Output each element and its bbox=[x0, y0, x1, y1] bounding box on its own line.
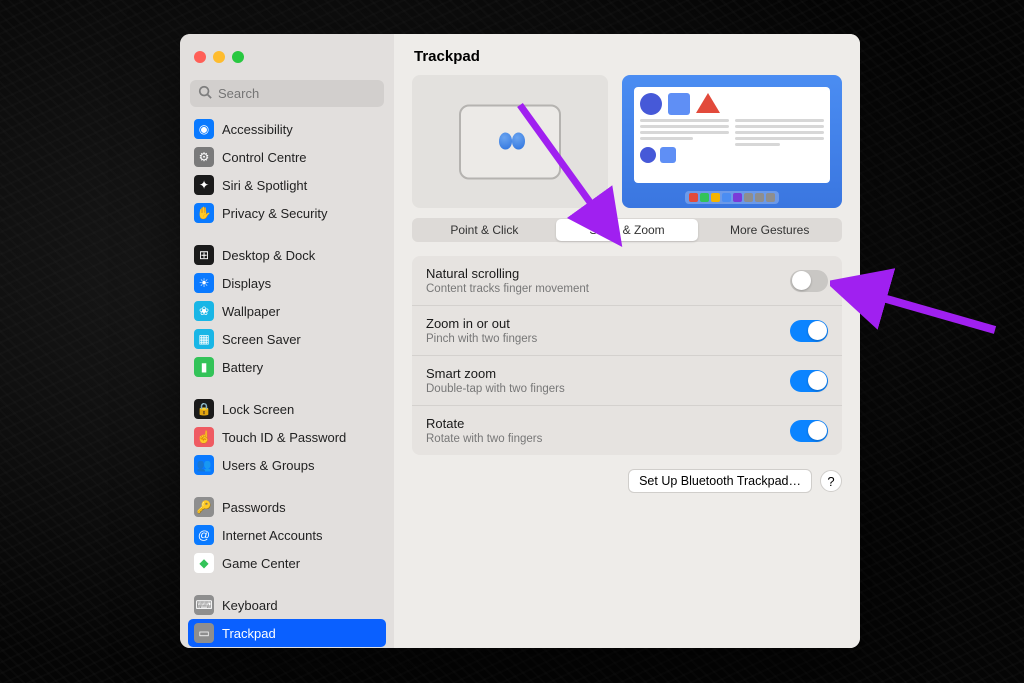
sidebar-item-label: Keyboard bbox=[222, 598, 278, 613]
sidebar-icon: ▭ bbox=[194, 623, 214, 643]
sidebar-item-screen-saver[interactable]: ▦ Screen Saver bbox=[188, 325, 386, 353]
help-button[interactable]: ? bbox=[820, 470, 842, 492]
sidebar-item-passwords[interactable]: 🔑 Passwords bbox=[188, 493, 386, 521]
tab-scroll-zoom[interactable]: Scroll & Zoom bbox=[556, 219, 699, 241]
window-titlebar bbox=[180, 34, 394, 80]
triangle-shape-icon bbox=[696, 93, 720, 113]
setting-title: Smart zoom bbox=[426, 366, 778, 381]
setting-subtitle: Double-tap with two fingers bbox=[426, 383, 778, 395]
screen-preview bbox=[622, 75, 842, 208]
toggle-zoom-in-or-out[interactable] bbox=[790, 320, 828, 342]
setting-subtitle: Content tracks finger movement bbox=[426, 283, 778, 295]
finger-icon bbox=[512, 132, 525, 149]
sidebar-item-label: Desktop & Dock bbox=[222, 248, 315, 263]
system-settings-window: ◉ Accessibility ⚙ Control Centre ✦ Siri & Spo… bbox=[180, 34, 860, 648]
circle-shape-icon bbox=[640, 93, 662, 115]
setup-bluetooth-button[interactable]: Set Up Bluetooth Trackpad… bbox=[628, 469, 812, 493]
toggle-smart-zoom[interactable] bbox=[790, 370, 828, 392]
sidebar-item-battery[interactable]: ▮ Battery bbox=[188, 353, 386, 381]
sidebar-icon: ☝ bbox=[194, 427, 214, 447]
sidebar-item-control-centre[interactable]: ⚙ Control Centre bbox=[188, 143, 386, 171]
minimize-window-button[interactable] bbox=[213, 51, 225, 63]
close-window-button[interactable] bbox=[194, 51, 206, 63]
setting-row-rotate: Rotate Rotate with two fingers bbox=[412, 406, 842, 455]
sidebar-icon: ☀ bbox=[194, 273, 214, 293]
setting-title: Natural scrolling bbox=[426, 266, 778, 281]
sidebar-icon: ⊞ bbox=[194, 245, 214, 265]
sidebar-icon: 👥 bbox=[194, 455, 214, 475]
sidebar-icon: ◆ bbox=[194, 553, 214, 573]
sidebar-item-keyboard[interactable]: ⌨ Keyboard bbox=[188, 591, 386, 619]
sidebar-item-label: Wallpaper bbox=[222, 304, 280, 319]
sidebar-item-internet-accounts[interactable]: @ Internet Accounts bbox=[188, 521, 386, 549]
setting-row-smart-zoom: Smart zoom Double-tap with two fingers bbox=[412, 356, 842, 406]
sidebar-item-privacy-security[interactable]: ✋ Privacy & Security bbox=[188, 199, 386, 227]
sidebar-item-touch-id-password[interactable]: ☝ Touch ID & Password bbox=[188, 423, 386, 451]
sidebar-item-wallpaper[interactable]: ❀ Wallpaper bbox=[188, 297, 386, 325]
sidebar-nav[interactable]: ◉ Accessibility ⚙ Control Centre ✦ Siri & Spo… bbox=[180, 115, 394, 648]
sidebar-item-label: Privacy & Security bbox=[222, 206, 327, 221]
sidebar-item-label: Siri & Spotlight bbox=[222, 178, 307, 193]
settings-group: Natural scrolling Content tracks finger m… bbox=[412, 256, 842, 455]
sidebar-item-users-groups[interactable]: 👥 Users & Groups bbox=[188, 451, 386, 479]
mini-dock-icon bbox=[685, 191, 779, 204]
square-shape-icon bbox=[668, 93, 690, 115]
tab-more-gestures[interactable]: More Gestures bbox=[698, 219, 841, 241]
trackpad-shape-icon bbox=[459, 104, 561, 179]
sidebar-item-label: Trackpad bbox=[222, 626, 276, 641]
sidebar-item-game-center[interactable]: ◆ Game Center bbox=[188, 549, 386, 577]
mini-window-icon bbox=[634, 87, 830, 183]
setting-title: Rotate bbox=[426, 416, 778, 431]
sidebar-item-displays[interactable]: ☀ Displays bbox=[188, 269, 386, 297]
footer-row: Set Up Bluetooth Trackpad… ? bbox=[412, 469, 842, 493]
sidebar-item-desktop-dock[interactable]: ⊞ Desktop & Dock bbox=[188, 241, 386, 269]
sidebar-item-label: Displays bbox=[222, 276, 271, 291]
sidebar-icon: 🔑 bbox=[194, 497, 214, 517]
sidebar-item-label: Users & Groups bbox=[222, 458, 314, 473]
trackpad-preview bbox=[412, 75, 608, 208]
sidebar-item-siri-spotlight[interactable]: ✦ Siri & Spotlight bbox=[188, 171, 386, 199]
sidebar-item-label: Accessibility bbox=[222, 122, 293, 137]
sidebar-item-lock-screen[interactable]: 🔒 Lock Screen bbox=[188, 395, 386, 423]
sidebar-icon: ✋ bbox=[194, 203, 214, 223]
sidebar-item-accessibility[interactable]: ◉ Accessibility bbox=[188, 115, 386, 143]
page-title: Trackpad bbox=[412, 34, 842, 75]
sidebar-item-printers-scanners[interactable]: ⎙Printers & Scanners bbox=[188, 647, 386, 648]
tab-point-click[interactable]: Point & Click bbox=[413, 219, 556, 241]
sidebar-item-label: Game Center bbox=[222, 556, 300, 571]
setting-title: Zoom in or out bbox=[426, 316, 778, 331]
toggle-natural-scrolling[interactable] bbox=[790, 270, 828, 292]
sidebar-item-label: Passwords bbox=[222, 500, 286, 515]
tab-bar: Point & ClickScroll & ZoomMore Gestures bbox=[412, 218, 842, 242]
finger-icon bbox=[499, 132, 512, 149]
preview-row bbox=[412, 75, 842, 208]
sidebar-item-label: Lock Screen bbox=[222, 402, 294, 417]
maximize-window-button[interactable] bbox=[232, 51, 244, 63]
sidebar-icon: 🔒 bbox=[194, 399, 214, 419]
setting-subtitle: Rotate with two fingers bbox=[426, 433, 778, 445]
sidebar-icon: ✦ bbox=[194, 175, 214, 195]
sidebar-item-label: Touch ID & Password bbox=[222, 430, 346, 445]
toggle-rotate[interactable] bbox=[790, 420, 828, 442]
sidebar-icon: ⌨ bbox=[194, 595, 214, 615]
search-input[interactable] bbox=[190, 80, 384, 107]
sidebar-icon: ❀ bbox=[194, 301, 214, 321]
sidebar-item-trackpad[interactable]: ▭ Trackpad bbox=[188, 619, 386, 647]
setting-row-zoom-in-or-out: Zoom in or out Pinch with two fingers bbox=[412, 306, 842, 356]
sidebar-item-label: Screen Saver bbox=[222, 332, 301, 347]
sidebar-item-label: Internet Accounts bbox=[222, 528, 322, 543]
setting-row-natural-scrolling: Natural scrolling Content tracks finger m… bbox=[412, 256, 842, 306]
sidebar-icon: @ bbox=[194, 525, 214, 545]
sidebar-icon: ▮ bbox=[194, 357, 214, 377]
sidebar-item-label: Battery bbox=[222, 360, 263, 375]
sidebar-icon: ⚙ bbox=[194, 147, 214, 167]
sidebar-icon: ▦ bbox=[194, 329, 214, 349]
sidebar-item-label: Control Centre bbox=[222, 150, 307, 165]
main-content: Trackpad bbox=[394, 34, 860, 648]
sidebar-icon: ◉ bbox=[194, 119, 214, 139]
sidebar: ◉ Accessibility ⚙ Control Centre ✦ Siri & Spo… bbox=[180, 34, 394, 648]
setting-subtitle: Pinch with two fingers bbox=[426, 333, 778, 345]
